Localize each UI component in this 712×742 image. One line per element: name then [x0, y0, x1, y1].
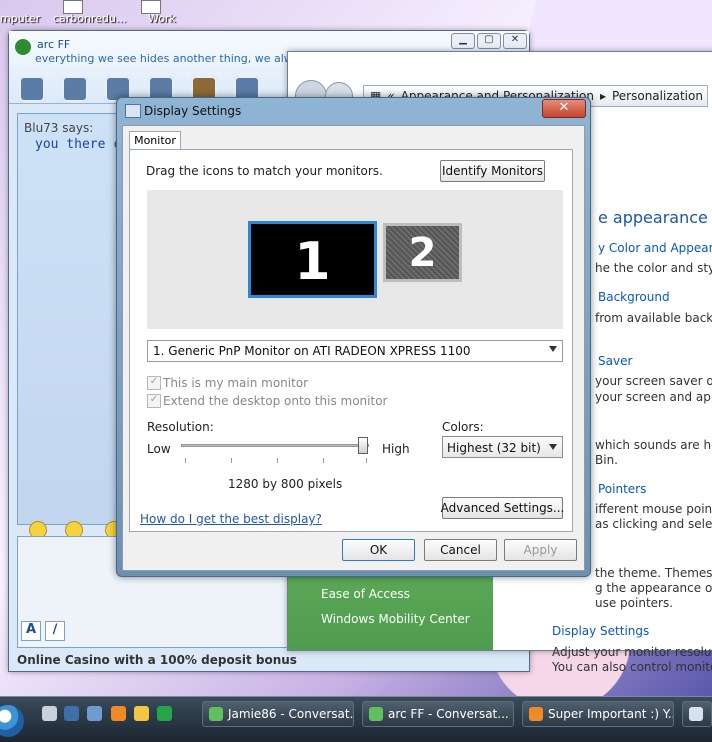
colors-select[interactable]: Highest (32 bit) — [442, 436, 563, 458]
taskbar-item-jamie86[interactable]: Jamie86 - Conversat... — [202, 701, 354, 727]
main-monitor-checkbox: ✓ — [147, 376, 161, 390]
high-label: High — [382, 442, 410, 456]
close-button[interactable]: ✕ — [542, 99, 586, 118]
drag-instruction: Drag the icons to match your monitors. — [146, 164, 383, 178]
contact-name: arc FF — [37, 38, 71, 51]
ease-of-access-link[interactable]: Ease of Access — [321, 587, 410, 601]
breadcrumb-arrow: ▸ — [599, 89, 606, 103]
chat-sender: Blu73 says: — [24, 121, 94, 135]
app-icon[interactable] — [157, 706, 172, 721]
chevron-down-icon — [549, 444, 557, 450]
desktop-label-work: Work — [148, 12, 176, 25]
theme-desc: the theme. Themes ca — [595, 566, 712, 580]
mouse-pointers-desc-2: as clicking and selectio — [595, 517, 712, 531]
taskbar-item-label: arc FF - Conversat... — [388, 707, 509, 721]
theme-desc-2: g the appearance of m — [595, 581, 712, 595]
chat-message: you there c — [35, 137, 122, 152]
messenger-icon — [209, 707, 223, 721]
taskbar-item-super-important[interactable]: Super Important :) Y... — [522, 701, 674, 727]
theme-desc-3: use pointers. — [595, 596, 674, 610]
slider-tick — [366, 458, 367, 463]
colors-select-value: Highest (32 bit) — [447, 441, 541, 455]
monitor-select-value: 1. Generic PnP Monitor on ATI RADEON XPR… — [153, 344, 471, 358]
switch-windows-icon[interactable] — [87, 706, 102, 721]
monitor-1-icon[interactable]: 1 — [248, 221, 377, 298]
taskbar-item-label: Super Important :) Y... — [548, 707, 674, 721]
pen-icon[interactable]: ∕ — [45, 621, 65, 641]
presence-icon — [15, 39, 31, 55]
messenger-icon — [369, 707, 383, 721]
contact-status: everything we see hides another thing, w… — [35, 52, 305, 65]
start-button[interactable] — [0, 705, 24, 737]
extend-desktop-label: Extend the desktop onto this monitor — [163, 394, 388, 408]
display-settings-desc: Adjust your monitor resolution — [552, 645, 712, 659]
advanced-settings-button[interactable]: Advanced Settings... — [441, 497, 564, 519]
desktop-label-computer: mputer — [0, 12, 41, 25]
resolution-slider-thumb[interactable] — [358, 437, 368, 454]
display-settings-desc-2: You can also control monitor fi — [552, 660, 712, 674]
minimize-button[interactable]: ▁ — [451, 33, 475, 49]
color-appearance-desc: he the color and style of — [595, 261, 712, 275]
messenger-window-controls: ▁ ▢ ✕ — [451, 33, 527, 49]
resolution-slider-track[interactable] — [181, 444, 369, 447]
extend-desktop-checkbox: ✓ — [147, 394, 161, 408]
chevron-down-icon — [549, 346, 557, 352]
tab-monitor[interactable]: Monitor — [129, 131, 181, 150]
display-settings-link[interactable]: Display Settings — [552, 624, 649, 638]
color-appearance-link[interactable]: y Color and Appearance — [598, 241, 712, 255]
maximize-button[interactable]: ▢ — [477, 33, 501, 49]
contacts-icon[interactable] — [62, 76, 88, 102]
firefox-icon[interactable] — [111, 706, 126, 721]
ad-banner[interactable]: Online Casino with a 100% deposit bonus — [17, 653, 297, 667]
identify-monitors-button[interactable]: Identify Monitors — [440, 160, 545, 182]
apply-button[interactable]: Apply — [504, 539, 577, 561]
desktop-label-carbon: carbonredu... — [53, 12, 127, 25]
close-button[interactable]: ✕ — [503, 33, 527, 49]
quick-launch-icon[interactable] — [42, 706, 57, 721]
background-link[interactable]: Background — [598, 290, 670, 304]
dialog-body: Monitor Drag the icons to match your mon… — [122, 125, 585, 571]
personalize-heading: e appearance and — [598, 208, 712, 227]
invite-icon[interactable] — [19, 76, 45, 102]
mobility-center-link[interactable]: Windows Mobility Center — [321, 612, 470, 626]
colors-label: Colors: — [442, 420, 484, 434]
taskbar-item-control-panel[interactable] — [682, 701, 712, 727]
display-icon — [125, 104, 141, 118]
taskbar: Jamie86 - Conversat... arc FF - Conversa… — [0, 696, 712, 742]
monitor-2-icon[interactable]: 2 — [383, 223, 462, 282]
slider-tick — [323, 458, 324, 463]
control-panel-icon — [689, 707, 703, 721]
best-display-help-link[interactable]: How do I get the best display? — [140, 512, 322, 526]
monitor-arrangement-preview: 1 2 — [147, 190, 563, 329]
desktop-icons: mputer carbonredu... Work — [0, 0, 712, 30]
slider-tick — [185, 458, 186, 463]
resolution-value: 1280 by 800 pixels — [228, 477, 343, 491]
ok-button[interactable]: OK — [342, 539, 415, 561]
screen-saver-desc: your screen saver or ac — [595, 374, 712, 388]
main-monitor-label: This is my main monitor — [163, 376, 309, 390]
screen-saver-link[interactable]: Saver — [598, 354, 632, 368]
slider-tick — [277, 458, 278, 463]
show-desktop-icon[interactable] — [64, 706, 79, 721]
screen-saver-desc-2: your screen and appear — [595, 390, 712, 404]
monitor-panel: Drag the icons to match your monitors. I… — [129, 149, 573, 532]
taskbar-item-arc[interactable]: arc FF - Conversat... — [362, 701, 514, 727]
display-settings-dialog: Display Settings ✕ Monitor Drag the icon… — [116, 97, 591, 577]
background-desc: from available backgro — [595, 311, 712, 325]
sounds-desc: which sounds are hear — [595, 438, 712, 452]
resolution-label: Resolution: — [147, 420, 214, 434]
firefox-icon — [529, 707, 543, 721]
dialog-title: Display Settings — [144, 104, 242, 118]
mouse-pointers-desc: ifferent mouse pointer. — [595, 502, 712, 516]
taskbar-item-label: Jamie86 - Conversat... — [228, 707, 354, 721]
breadcrumb-personalization[interactable]: Personalization — [612, 89, 703, 103]
low-label: Low — [147, 442, 171, 456]
monitor-select[interactable]: 1. Generic PnP Monitor on ATI RADEON XPR… — [147, 340, 563, 362]
messenger-icon[interactable] — [134, 706, 149, 721]
font-icon[interactable]: A — [21, 621, 41, 641]
recycle-bin-desc: Bin. — [595, 453, 618, 467]
cancel-button[interactable]: Cancel — [424, 539, 497, 561]
mouse-pointers-link[interactable]: Pointers — [598, 482, 646, 496]
slider-tick — [231, 458, 232, 463]
